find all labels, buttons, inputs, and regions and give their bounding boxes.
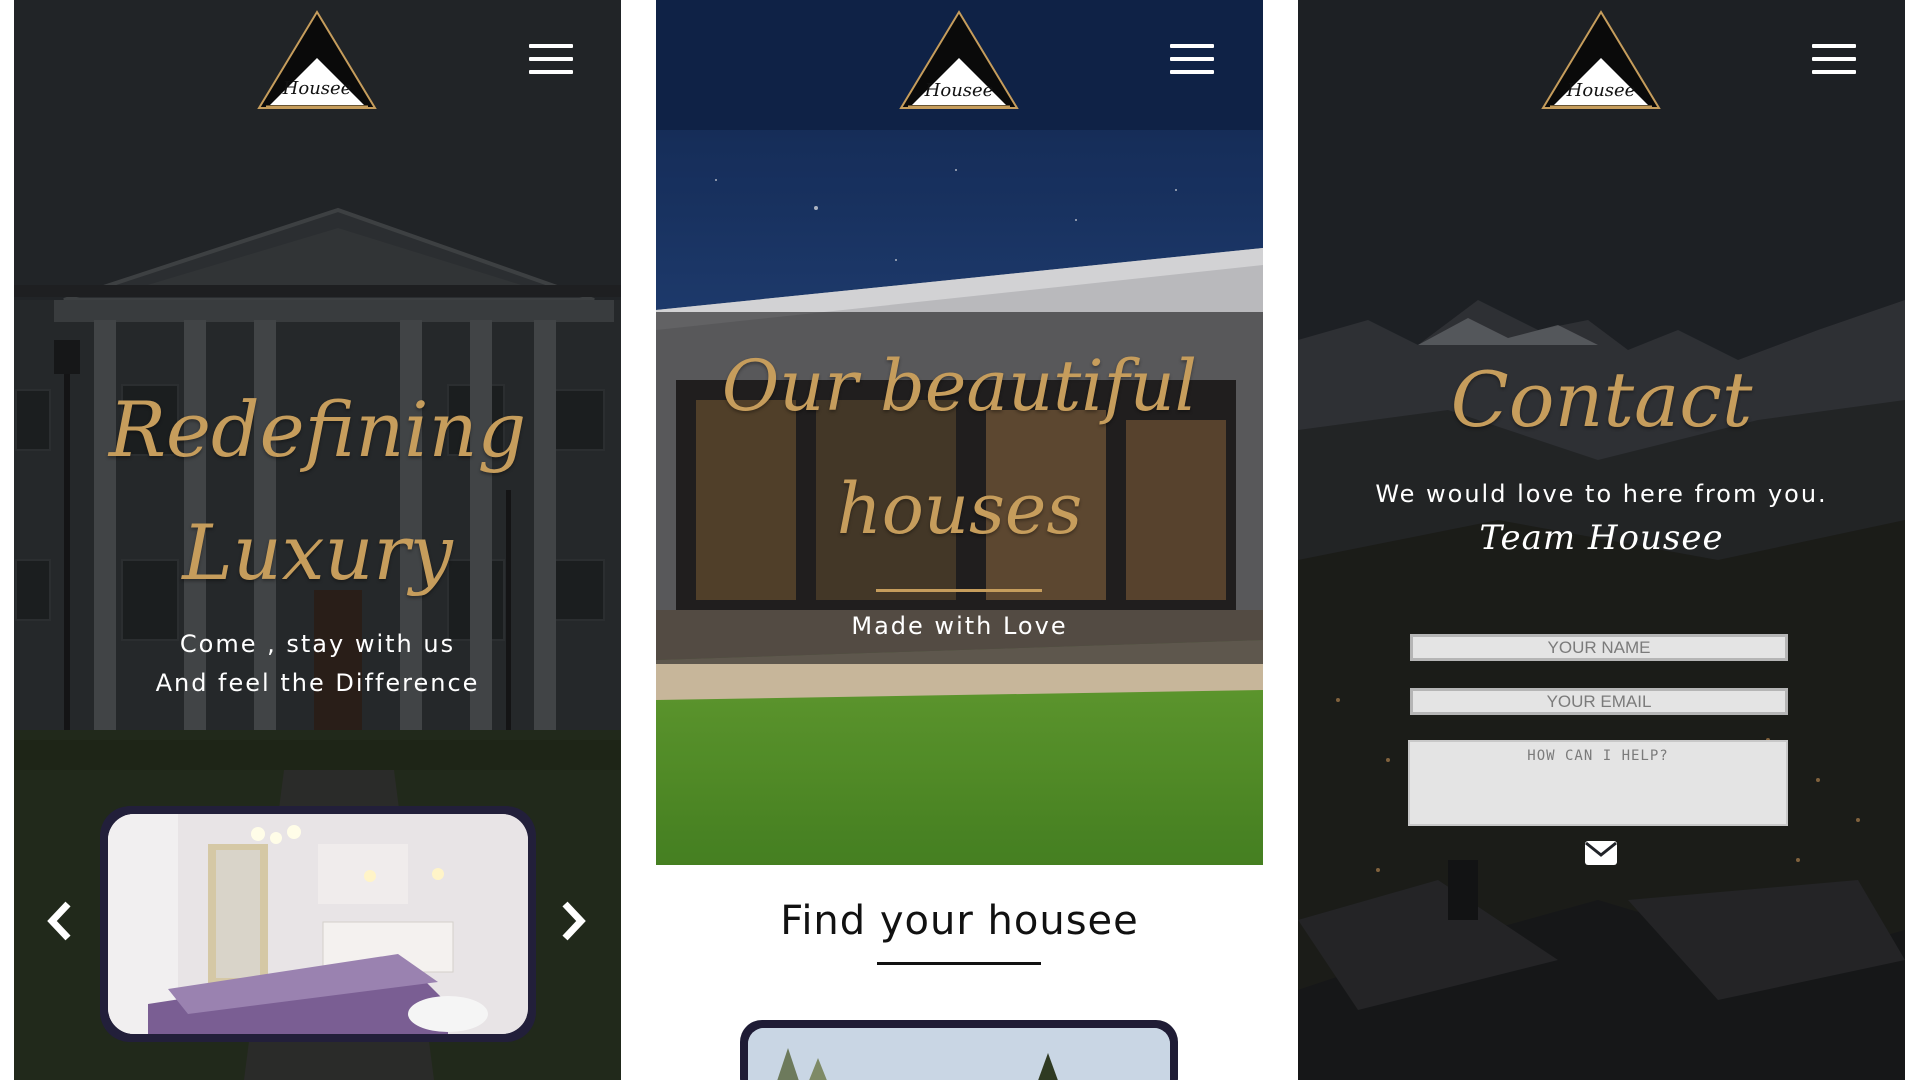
home-screen: Housee Redefining Luxury Come , stay wit… bbox=[14, 0, 621, 1080]
house-card-photo[interactable] bbox=[748, 1028, 1170, 1080]
hero-title-line2: Luxury bbox=[182, 508, 453, 597]
carousel bbox=[100, 806, 536, 1042]
tagline-line2: And feel the Difference bbox=[155, 669, 480, 697]
contact-message: We would love to here from you. bbox=[1375, 480, 1828, 508]
section-title: Find your housee bbox=[780, 898, 1139, 944]
logo-text: Housee bbox=[1566, 80, 1636, 101]
email-field[interactable] bbox=[1410, 688, 1788, 715]
message-field[interactable] bbox=[1408, 740, 1788, 826]
hamburger-menu-icon[interactable] bbox=[1812, 44, 1856, 76]
hamburger-menu-icon[interactable] bbox=[1170, 44, 1214, 76]
hero-title-line1: Redefining bbox=[108, 385, 527, 474]
contact-title: Contact bbox=[1450, 355, 1753, 444]
hero-title-line1: Our beautiful bbox=[721, 345, 1198, 427]
chevron-left-icon[interactable] bbox=[44, 900, 74, 942]
hero-title-line2: houses bbox=[836, 468, 1083, 550]
contact-signature: Team Housee bbox=[1479, 518, 1724, 558]
houses-screen: Housee Our beautiful houses Made with Lo… bbox=[656, 0, 1263, 1080]
bedroom-photo[interactable] bbox=[108, 814, 528, 1034]
logo-text: Housee bbox=[924, 80, 994, 101]
chevron-right-icon[interactable] bbox=[559, 900, 589, 942]
logo-text: Housee bbox=[282, 78, 352, 99]
hero-subtitle: Made with Love bbox=[851, 612, 1068, 640]
section-title-underline bbox=[877, 962, 1041, 965]
contact-screen: Housee Contact We would love to here fro… bbox=[1298, 0, 1905, 1080]
envelope-icon[interactable] bbox=[1584, 840, 1618, 866]
tagline-line1: Come , stay with us bbox=[179, 630, 456, 658]
title-divider bbox=[876, 589, 1042, 592]
house-card[interactable] bbox=[740, 1020, 1178, 1080]
hamburger-menu-icon[interactable] bbox=[529, 44, 573, 76]
name-field[interactable] bbox=[1410, 634, 1788, 661]
